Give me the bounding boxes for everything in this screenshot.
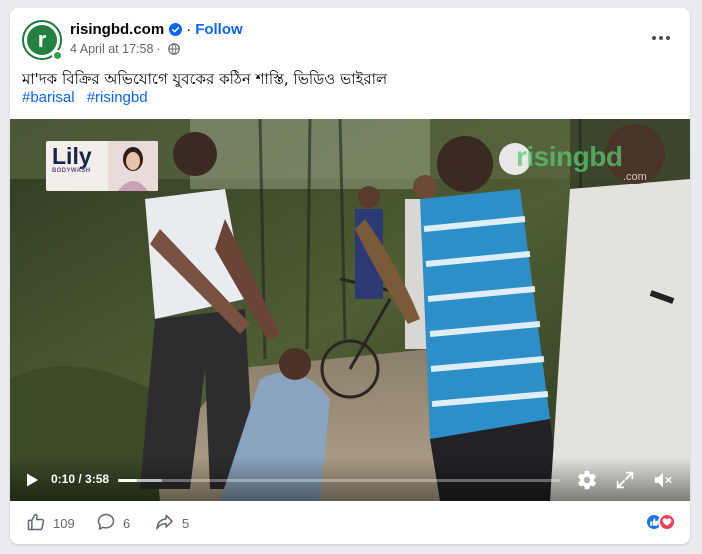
play-icon[interactable] — [24, 472, 40, 488]
follow-button[interactable]: Follow — [195, 21, 243, 38]
share-button[interactable]: 5 — [154, 512, 189, 535]
sponsor-title: Lily — [52, 143, 92, 169]
volume-muted-icon[interactable] — [652, 469, 674, 491]
comment-button[interactable]: 6 — [96, 512, 130, 535]
post-meta: 4 April at 17:58 · — [70, 42, 180, 56]
share-count: 5 — [182, 516, 190, 531]
more-dot — [666, 36, 670, 40]
post-card: r risingbd.com · Follow 4 April at 17:58… — [10, 8, 690, 544]
post-header: r risingbd.com · Follow 4 April at 17:58… — [10, 8, 690, 68]
thumbs-up-icon — [26, 512, 46, 535]
fullscreen-icon[interactable] — [614, 469, 636, 491]
like-button[interactable]: 109 — [26, 512, 75, 535]
video-progress-fill — [118, 479, 137, 482]
more-dot — [652, 36, 656, 40]
separator-dot: · — [186, 21, 192, 38]
video-time: 0:10 / 3:58 — [51, 472, 110, 486]
video-progress-bar[interactable] — [118, 479, 560, 482]
sponsor-logo: Lily BODYWASH — [46, 141, 158, 191]
sponsor-subtitle: BODYWASH — [52, 168, 91, 174]
gear-icon[interactable] — [576, 469, 598, 491]
more-dot — [659, 36, 663, 40]
post-timestamp[interactable]: 4 April at 17:58 — [70, 42, 153, 56]
channel-watermark: risingbd — [516, 141, 623, 172]
video-controls: 0:10 / 3:58 — [10, 457, 690, 501]
globe-icon — [167, 43, 180, 55]
online-status-dot — [52, 50, 63, 61]
avatar-logo: r — [27, 25, 57, 55]
comment-icon — [96, 512, 116, 535]
page-line: risingbd.com · Follow — [70, 21, 243, 38]
reaction-summary[interactable] — [645, 513, 676, 531]
channel-watermark-domain: .com — [623, 171, 647, 183]
share-icon — [154, 512, 175, 535]
verified-badge-icon — [169, 23, 183, 36]
page-name-link[interactable]: risingbd.com — [70, 21, 164, 38]
more-options-icon[interactable] — [646, 26, 676, 50]
video-player[interactable]: Lily BODYWASH risingbd .com 0:10 / 3:58 — [10, 119, 690, 501]
post-footer: 109 6 5 — [10, 501, 690, 544]
love-reaction-icon — [658, 513, 676, 531]
comment-count: 6 — [123, 516, 131, 531]
hashtag-list: #barisal #risingbd — [22, 89, 156, 106]
like-count: 109 — [53, 516, 75, 531]
hashtag-link[interactable]: #barisal — [22, 89, 75, 106]
sponsor-model-image — [108, 141, 158, 191]
hashtag-link[interactable]: #risingbd — [87, 89, 148, 106]
meta-separator: · — [156, 42, 161, 56]
